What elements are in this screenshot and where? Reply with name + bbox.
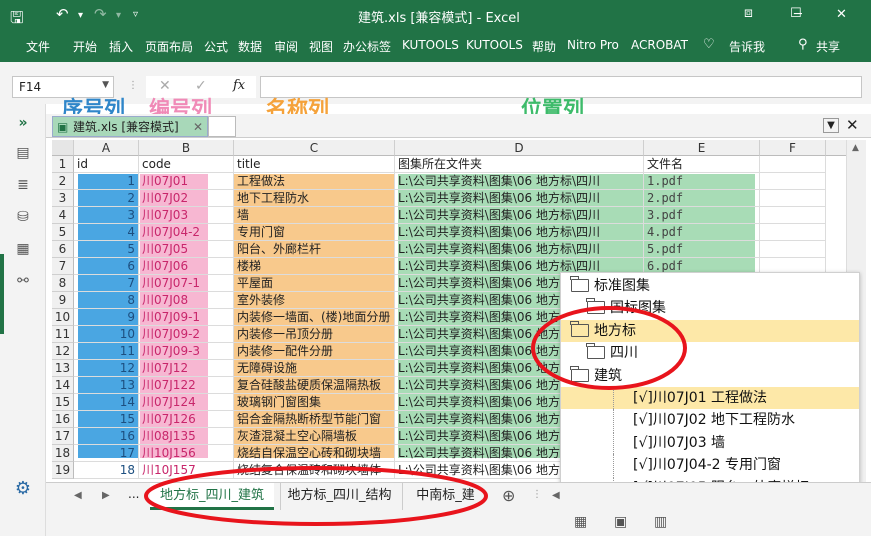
annotation-circle-tree xyxy=(531,306,687,390)
annotation-overlay xyxy=(144,306,687,526)
annotation-circle-sheet-tabs xyxy=(144,466,488,526)
